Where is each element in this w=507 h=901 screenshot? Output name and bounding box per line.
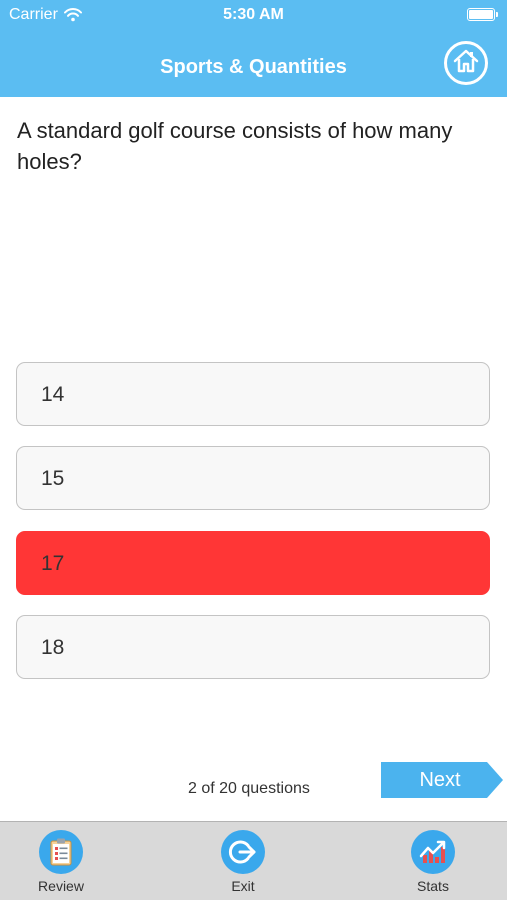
tab-stats[interactable]: Stats (383, 822, 483, 901)
battery-fill (469, 10, 493, 19)
answer-option-2[interactable]: 15 (16, 446, 490, 510)
answer-label: 17 (41, 552, 65, 575)
tab-exit[interactable]: Exit (193, 822, 293, 901)
tab-stats-label: Stats (417, 878, 449, 894)
home-icon (453, 49, 479, 78)
progress-counter: 2 of 20 questions (188, 780, 310, 797)
answer-option-4[interactable]: 18 (16, 615, 490, 679)
answer-label: 14 (41, 383, 65, 406)
answer-option-1[interactable]: 14 (16, 362, 490, 426)
clipboard-icon (39, 830, 83, 874)
answer-option-3[interactable]: 17 (16, 531, 490, 595)
status-bar: Carrier 5:30 AM (0, 0, 507, 30)
header: Carrier 5:30 AM Sports & Quantities (0, 0, 507, 97)
stats-chart-icon (411, 830, 455, 874)
next-label: Next (419, 769, 461, 791)
page-title: Sports & Quantities (160, 56, 347, 78)
question-text: A standard golf course consists of how m… (17, 118, 453, 174)
answer-label: 18 (41, 636, 65, 659)
home-button[interactable] (444, 41, 488, 85)
tab-exit-label: Exit (231, 878, 255, 894)
next-button[interactable]: Next (381, 762, 503, 798)
exit-icon (221, 830, 265, 874)
tab-review[interactable]: Review (11, 822, 111, 901)
tab-bar: Review Exit Stats (0, 821, 507, 900)
answer-label: 15 (41, 467, 65, 490)
status-time: 5:30 AM (223, 6, 284, 23)
tab-review-label: Review (38, 878, 84, 894)
battery-icon (467, 8, 498, 21)
